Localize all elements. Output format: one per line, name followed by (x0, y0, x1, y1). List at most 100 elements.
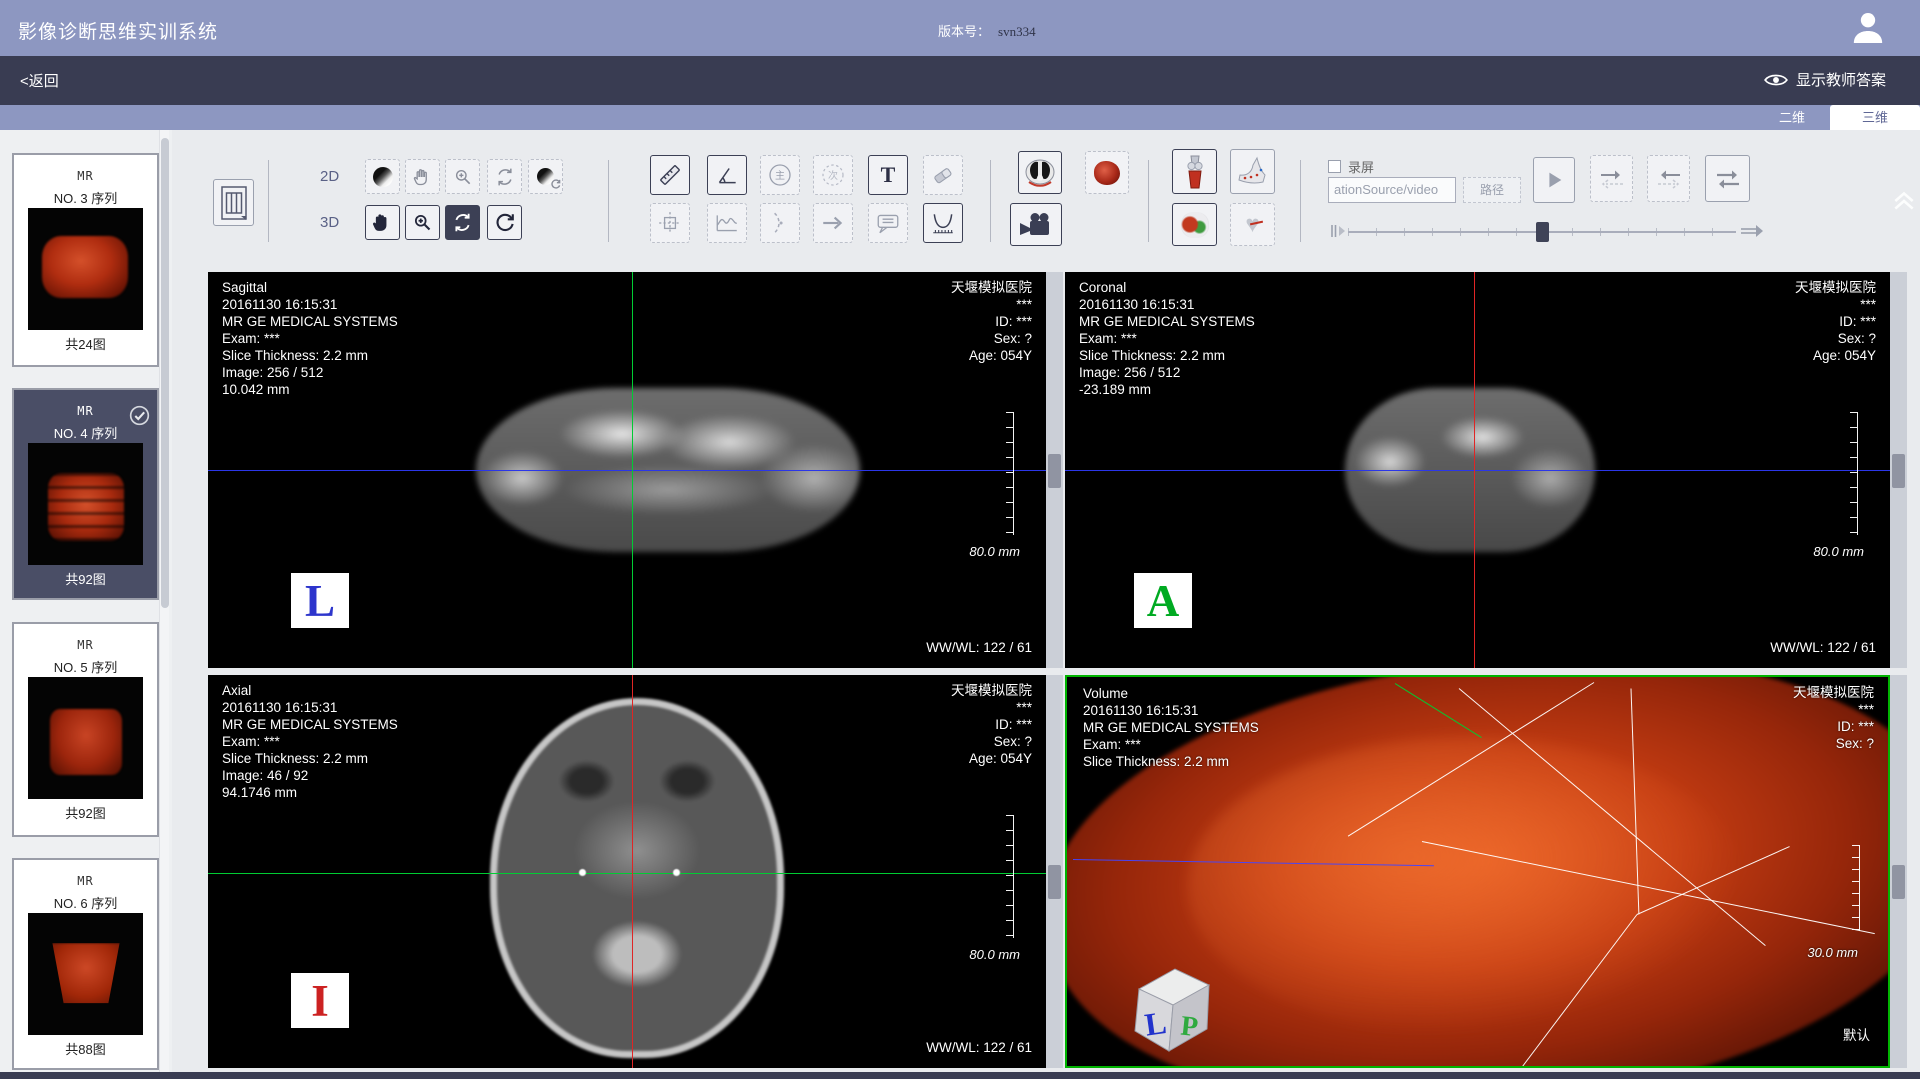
show-teacher-answer-button[interactable]: 显示教师答案 (1764, 69, 1886, 90)
vp-title: Coronal (1079, 279, 1255, 296)
tab-2d[interactable]: 二维 (1756, 105, 1828, 130)
text-annotation-button[interactable]: T (868, 155, 908, 195)
svg-text:次: 次 (828, 169, 838, 182)
vp-stars: *** (951, 699, 1032, 716)
loop-backward-button[interactable] (1647, 155, 1690, 202)
arrow-annotation-button[interactable] (813, 203, 853, 243)
series-card-3[interactable]: MR NO. 3 序列 共24图 (12, 153, 159, 367)
rotate-3d-button-selected[interactable] (445, 205, 480, 240)
tab-3d[interactable]: 三维 (1830, 105, 1920, 130)
comment-annotation-button[interactable] (868, 203, 908, 243)
axial-slice-handle[interactable] (1048, 865, 1061, 899)
series-card-5[interactable]: MR NO. 5 序列 共92图 (12, 622, 159, 837)
axial-red-crossline[interactable] (632, 675, 633, 1068)
knee-bone-icon (1180, 155, 1210, 189)
pan-2d-button[interactable] (405, 159, 440, 194)
foot-bone-button[interactable] (1230, 149, 1275, 194)
histogram-button[interactable] (707, 203, 747, 243)
show-teacher-answer-label: 显示教师答案 (1796, 69, 1886, 90)
layout-button[interactable] (213, 179, 254, 226)
record-checkbox[interactable] (1328, 160, 1341, 173)
reset-rotation-button[interactable] (487, 205, 522, 240)
vp-title: Volume (1083, 685, 1259, 702)
curve-tool-button[interactable] (760, 203, 800, 243)
eraser-button[interactable] (923, 155, 963, 195)
pan-3d-button[interactable] (365, 205, 400, 240)
coronal-blue-crossline[interactable] (1065, 470, 1890, 471)
axial-slice-scrollbar[interactable] (1046, 675, 1063, 1068)
record-row: 录屏 (1328, 157, 1374, 176)
volume-scrollbar[interactable] (1890, 675, 1907, 1068)
volume-patient-block: 天堰模拟医院 *** ID: *** Sex: ? (1793, 684, 1874, 752)
pelvis-organ-button[interactable] (1172, 203, 1217, 246)
sagittal-slice-scrollbar[interactable] (1046, 272, 1063, 668)
sidebar-scrollbar[interactable] (159, 130, 169, 1072)
path-button[interactable]: 路径 (1463, 177, 1521, 203)
vp-datetime: 20161130 16:15:31 (222, 296, 398, 313)
roi-main-button[interactable]: 主 (760, 155, 800, 195)
zoom-2d-button[interactable] (445, 159, 480, 194)
viewport-volume-selected[interactable]: Volume 20161130 16:15:31 MR GE MEDICAL S… (1065, 675, 1890, 1068)
axial-green-crossline[interactable] (208, 873, 1046, 874)
heart-view-button[interactable] (1085, 151, 1129, 194)
heart-3d-button[interactable]: ♥ (1230, 203, 1275, 246)
collapse-toolbar-chevron[interactable] (1891, 190, 1917, 212)
viewport-coronal[interactable]: Coronal 20161130 16:15:31 MR GE MEDICAL … (1065, 272, 1890, 668)
series-image-count: 共88图 (14, 1039, 157, 1058)
sagittal-blue-crossline[interactable] (208, 470, 1046, 471)
angle-tool-button[interactable] (707, 155, 747, 195)
app-header: 影像诊断思维实训系统 版本号：svn334 (0, 0, 1920, 56)
series-card-4-selected[interactable]: MR NO. 4 序列 共92图 (12, 388, 159, 600)
vp-age: Age: 054Y (951, 750, 1032, 767)
orientation-cube[interactable]: L P (1125, 959, 1217, 1055)
back-button[interactable]: <返回 (20, 70, 59, 91)
mode-3d-label: 3D (320, 214, 339, 231)
wwwl-reset-button[interactable] (528, 159, 563, 194)
volume-preset-label[interactable]: 默认 (1843, 1027, 1870, 1044)
ruler-tool-button[interactable] (650, 155, 690, 195)
vp-patient-id: ID: *** (1795, 313, 1876, 330)
axial-mr-image (490, 698, 784, 1058)
vp-sex: Sex: ? (1795, 330, 1876, 347)
coronal-red-crossline[interactable] (1474, 272, 1475, 668)
nav-bar: <返回 显示教师答案 (0, 56, 1920, 105)
coronal-slice-scrollbar[interactable] (1890, 272, 1907, 668)
lung-view-button[interactable] (1018, 151, 1062, 194)
roi-box-button[interactable] (650, 203, 690, 243)
user-avatar-icon[interactable] (1848, 8, 1888, 48)
rotate-2d-button[interactable] (487, 159, 522, 194)
record-path-input[interactable]: ationSource/video (1328, 177, 1456, 203)
series-modality: MR (14, 874, 157, 888)
coronal-slice-handle[interactable] (1892, 454, 1905, 488)
volume-scroll-handle[interactable] (1892, 865, 1905, 899)
wwwl-tool-button[interactable] (365, 159, 400, 194)
swap-arrows-icon (1714, 167, 1742, 191)
zoom-3d-button[interactable] (405, 205, 440, 240)
export-video-button[interactable] (1010, 203, 1062, 246)
playback-slider-handle[interactable] (1536, 222, 1549, 242)
sagittal-wwwl: WW/WL: 122 / 61 (926, 639, 1032, 656)
loop-forward-button[interactable] (1590, 155, 1633, 202)
series-card-6[interactable]: MR NO. 6 序列 共88图 (12, 858, 159, 1070)
sagittal-slice-handle[interactable] (1048, 454, 1061, 488)
sagittal-green-crossline[interactable] (632, 272, 633, 668)
viewport-axial[interactable]: Axial 20161130 16:15:31 MR GE MEDICAL SY… (208, 675, 1046, 1068)
version-info: 版本号：svn334 (938, 21, 1036, 40)
hand-icon (413, 167, 433, 187)
series-name: NO. 6 序列 (14, 893, 157, 912)
knee-bone-button[interactable] (1172, 149, 1217, 194)
viewport-sagittal[interactable]: Sagittal 20161130 16:15:31 MR GE MEDICAL… (208, 272, 1046, 668)
roi-secondary-button[interactable]: 次 (813, 155, 853, 195)
play-button[interactable] (1533, 157, 1575, 203)
wwwl-reset-icon (537, 168, 554, 185)
sagittal-scale-label: 80.0 mm (969, 544, 1020, 559)
sidebar-scrollbar-thumb[interactable] (161, 138, 169, 608)
vp-device: MR GE MEDICAL SYSTEMS (1083, 719, 1259, 736)
rotate-icon (452, 212, 473, 233)
vp-patient-id: ID: *** (951, 716, 1032, 733)
curve-measure-button[interactable] (923, 203, 963, 243)
coronal-patient-block: 天堰模拟医院 *** ID: *** Sex: ? Age: 054Y (1795, 279, 1876, 364)
comment-icon (875, 210, 901, 236)
swap-direction-button[interactable] (1705, 155, 1750, 202)
vp-stars: *** (1795, 296, 1876, 313)
